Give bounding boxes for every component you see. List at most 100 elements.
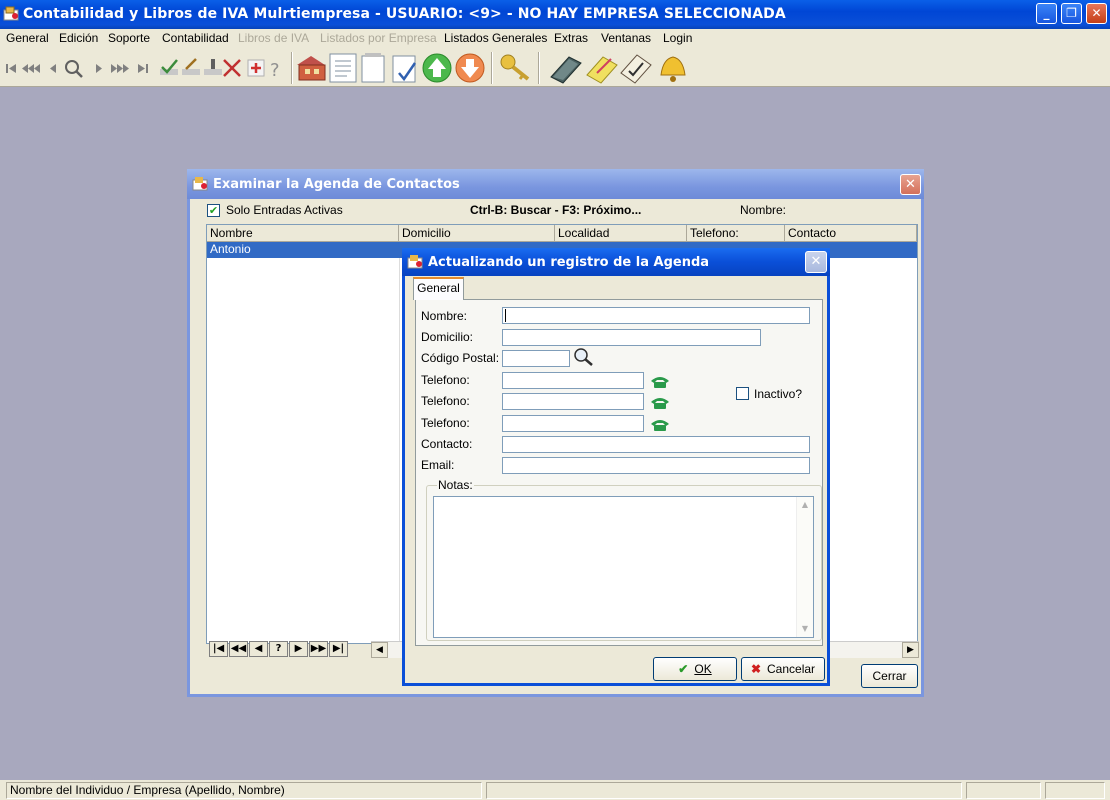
minimize-button[interactable]: _ xyxy=(1036,3,1057,24)
add-icon[interactable] xyxy=(247,59,265,77)
main-title-bar[interactable]: Contabilidad y Libros de IVA Mulrtiempre… xyxy=(0,0,1110,29)
menu-soporte[interactable]: Soporte xyxy=(108,31,150,45)
toolbar: ? xyxy=(0,49,1110,87)
confirm-icon[interactable] xyxy=(160,59,178,75)
telefono1-field[interactable] xyxy=(502,372,644,389)
column-divider xyxy=(399,258,400,642)
telefono3-field[interactable] xyxy=(502,415,644,432)
examinar-close-button[interactable]: ✕ xyxy=(900,174,921,195)
cancel-label: Cancelar xyxy=(767,662,816,676)
menu-ventanas[interactable]: Ventanas xyxy=(601,31,651,45)
telefono2-label: Telefono: xyxy=(421,394,470,408)
scroll-left-button[interactable]: ◀ xyxy=(371,642,388,658)
document-icon[interactable] xyxy=(329,53,357,83)
clipboard-icon[interactable] xyxy=(620,54,652,84)
menu-listados-por-empresa[interactable]: Listados por Empresa xyxy=(320,31,437,45)
book-icon[interactable] xyxy=(550,56,582,84)
scroll-up-button[interactable]: ▲ xyxy=(797,497,813,513)
menu-general[interactable]: General xyxy=(6,31,49,45)
domicilio-field[interactable] xyxy=(502,329,761,346)
bell-icon[interactable] xyxy=(660,56,686,82)
phone2-icon[interactable] xyxy=(650,396,670,410)
nav-first-button[interactable]: |◀ xyxy=(209,641,228,657)
scroll-down-button[interactable]: ▼ xyxy=(797,621,813,637)
help-icon[interactable]: ? xyxy=(270,60,280,81)
nav-search-button[interactable]: ? xyxy=(269,641,288,657)
first-record-icon[interactable] xyxy=(6,64,16,73)
inactivo-checkbox[interactable] xyxy=(736,387,749,400)
dialog-title-bar[interactable]: Actualizando un registro de la Agenda ✕ xyxy=(402,248,830,276)
solo-activas-label: Solo Entradas Activas xyxy=(226,203,343,217)
menu-listados-generales[interactable]: Listados Generales xyxy=(444,31,547,45)
up-arrow-icon[interactable] xyxy=(422,53,452,83)
cancel-button[interactable]: ✖ Cancelar xyxy=(741,657,825,681)
telefono2-field[interactable] xyxy=(502,393,644,410)
solo-activas-checkbox[interactable]: ✔ xyxy=(207,204,220,217)
delete-icon[interactable] xyxy=(223,59,241,77)
column-header-nombre[interactable]: Nombre xyxy=(207,225,399,242)
notas-vertical-scrollbar[interactable]: ▲ ▼ xyxy=(796,497,813,637)
postal-search-icon[interactable] xyxy=(573,347,595,367)
status-pane xyxy=(1045,782,1105,799)
update-record-dialog: Actualizando un registro de la Agenda ✕ … xyxy=(402,248,830,686)
notepad-icon[interactable] xyxy=(361,53,385,83)
scroll-right-button[interactable]: ▶ xyxy=(902,642,919,658)
column-header-contacto[interactable]: Contacto xyxy=(785,225,917,242)
next-record-icon[interactable] xyxy=(96,64,102,73)
app-icon xyxy=(3,6,19,21)
checklist-icon[interactable] xyxy=(392,55,417,83)
menu-login[interactable]: Login xyxy=(663,31,692,45)
next-page-icon[interactable] xyxy=(111,64,129,73)
dialog-title: Actualizando un registro de la Agenda xyxy=(428,255,710,270)
telefono1-label: Telefono: xyxy=(421,373,470,387)
nombre-label: Nombre: xyxy=(421,309,468,323)
ok-button[interactable]: ✔ OK xyxy=(653,657,737,681)
records-group xyxy=(297,53,485,83)
company-icon[interactable] xyxy=(297,56,326,81)
app-icon xyxy=(407,255,423,269)
menu-edicion[interactable]: Edición xyxy=(59,31,98,45)
down-arrow-icon[interactable] xyxy=(455,53,485,83)
dialog-close-button[interactable]: ✕ xyxy=(805,251,827,273)
codigo-postal-field[interactable] xyxy=(502,350,570,367)
prev-page-icon[interactable] xyxy=(22,64,40,73)
status-pane xyxy=(966,782,1041,799)
toolbar-separator xyxy=(491,52,493,84)
phone1-icon[interactable] xyxy=(650,375,670,389)
column-header-telefono[interactable]: Telefono: xyxy=(687,225,785,242)
insert-icon[interactable] xyxy=(204,59,222,75)
examinar-title: Examinar la Agenda de Contactos xyxy=(213,177,460,192)
nav-prev-button[interactable]: ◀ xyxy=(249,641,268,657)
close-button[interactable]: ✕ xyxy=(1086,3,1107,24)
last-record-icon[interactable] xyxy=(138,64,148,73)
menu-extras[interactable]: Extras xyxy=(554,31,588,45)
prev-record-icon[interactable] xyxy=(50,64,56,73)
nav-next-page-button[interactable]: ▶▶ xyxy=(309,641,328,657)
edit-group: ? xyxy=(160,58,280,81)
notes-icon[interactable] xyxy=(586,56,618,84)
search-icon[interactable] xyxy=(65,60,83,78)
nombre-field[interactable] xyxy=(502,307,810,324)
phone3-icon[interactable] xyxy=(650,418,670,432)
menu-libros-de-iva[interactable]: Libros de IVA xyxy=(238,31,309,45)
nav-last-button[interactable]: ▶| xyxy=(329,641,348,657)
contacto-field[interactable] xyxy=(502,436,810,453)
column-header-domicilio[interactable]: Domicilio xyxy=(399,225,555,242)
column-header-localidad[interactable]: Localidad xyxy=(555,225,687,242)
restore-button[interactable]: ❐ xyxy=(1061,3,1082,24)
shortcut-hint: Ctrl-B: Buscar - F3: Próximo... xyxy=(470,203,642,217)
notas-textarea[interactable]: ▲ ▼ xyxy=(433,496,814,638)
tab-general[interactable]: General xyxy=(413,277,464,300)
status-bar: Nombre del Individuo / Empresa (Apellido… xyxy=(0,780,1110,800)
key-icon[interactable] xyxy=(500,54,530,81)
edit-icon[interactable] xyxy=(182,58,200,75)
email-field[interactable] xyxy=(502,457,810,474)
ok-label: OK xyxy=(694,662,712,676)
menu-contabilidad[interactable]: Contabilidad xyxy=(162,31,229,45)
search-label: Nombre: xyxy=(740,203,787,217)
nav-prev-page-button[interactable]: ◀◀ xyxy=(229,641,248,657)
cell-nombre: Antonio xyxy=(210,242,251,256)
cerrar-button[interactable]: Cerrar xyxy=(861,664,918,688)
examinar-title-bar[interactable]: Examinar la Agenda de Contactos ✕ xyxy=(187,169,924,199)
nav-next-button[interactable]: ▶ xyxy=(289,641,308,657)
